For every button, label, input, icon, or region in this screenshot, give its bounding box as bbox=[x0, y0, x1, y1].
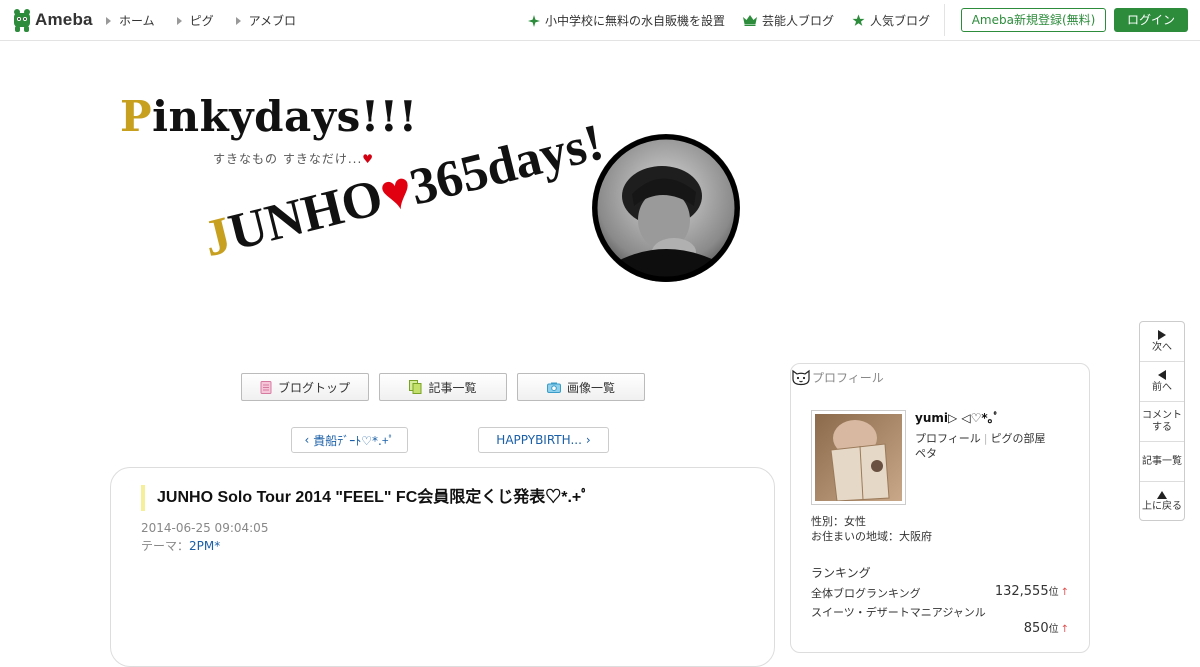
profile-links: プロフィール | ピグの部屋 bbox=[915, 430, 1046, 446]
profile-card: プロフィール yumi▷ ◁♡*｡ﾟ プロフィール | ピグの部屋 ペタ 性別：女性… bbox=[790, 363, 1090, 653]
blog-title-initial: P bbox=[120, 92, 153, 141]
link-celebrity-blogs[interactable]: 芸能人ブログ bbox=[743, 12, 834, 29]
rank-unit: 位 bbox=[1048, 587, 1059, 598]
play-up-icon bbox=[1157, 491, 1167, 499]
nav-home[interactable]: ホーム bbox=[106, 12, 155, 29]
register-button[interactable]: Ameba新規登録(無料) bbox=[961, 8, 1106, 32]
profile-link[interactable]: プロフィール bbox=[915, 432, 981, 445]
rank-genre-label[interactable]: スイーツ・デザートマニアジャンル bbox=[811, 606, 986, 619]
ameba-logo[interactable]: Ameba bbox=[12, 7, 93, 33]
cat-face-icon bbox=[792, 369, 810, 386]
side-next-label: 次へ bbox=[1152, 341, 1172, 353]
profile-avatar-image bbox=[815, 414, 902, 502]
login-button[interactable]: ログイン bbox=[1114, 8, 1188, 32]
sparkle-icon bbox=[528, 14, 540, 27]
rank-row-genre: スイーツ・デザートマニアジャンル 850位 ↑ bbox=[811, 604, 1069, 636]
blog-subtitle-text: すきなもの すきなだけ... bbox=[213, 152, 363, 166]
profile-gender: 性別：女性 bbox=[811, 515, 866, 528]
link-celebrity-blogs-label: 芸能人ブログ bbox=[762, 14, 835, 28]
profile-region: お住まいの地域：大阪府 bbox=[811, 530, 932, 543]
global-header: Ameba ホーム ピグ アメブロ 小中学校に無料の水自販機を設置 芸能人ブログ… bbox=[0, 0, 1200, 41]
profile-avatar[interactable] bbox=[811, 410, 906, 505]
play-right-icon bbox=[1158, 329, 1166, 340]
nav-pigg-label: ピグ bbox=[189, 14, 214, 28]
global-nav: ホーム ピグ アメブロ bbox=[106, 12, 296, 29]
ameba-mascot-icon bbox=[14, 9, 30, 32]
camera-icon bbox=[546, 382, 561, 393]
chevron-right-icon: › bbox=[585, 433, 591, 447]
article-date: 2014-06-25 09:04:05 bbox=[141, 521, 269, 535]
side-comment-button[interactable]: コメント する bbox=[1140, 402, 1184, 442]
image-list-label: 画像一覧 bbox=[566, 380, 615, 395]
prev-article-label: 貴船ﾃﾞｰﾄ♡*.+ﾟ bbox=[313, 433, 395, 448]
rank-overall-label[interactable]: 全体ブログランキング bbox=[811, 587, 921, 600]
header-divider bbox=[944, 4, 945, 36]
side-prev-label: 前へ bbox=[1152, 381, 1172, 393]
side-navigation: 次へ 前へ コメント する 記事一覧 上に戻る bbox=[1139, 321, 1185, 521]
triangle-right-icon bbox=[176, 16, 182, 25]
rank-row-overall: 全体ブログランキング 132,555位 ↑ bbox=[811, 583, 1069, 601]
peta-link[interactable]: ペタ bbox=[915, 445, 937, 461]
profile-name[interactable]: yumi▷ ◁♡*｡ﾟ bbox=[915, 409, 1000, 426]
link-separator: | bbox=[983, 432, 988, 445]
document-icon bbox=[260, 380, 272, 394]
side-comment-label-2: する bbox=[1152, 421, 1172, 433]
link-water-campaign[interactable]: 小中学校に無料の水自販機を設置 bbox=[528, 12, 725, 29]
article-theme-link[interactable]: 2PM* bbox=[189, 539, 220, 553]
image-list-button[interactable]: 画像一覧 bbox=[517, 373, 645, 401]
nav-pigg[interactable]: ピグ bbox=[176, 12, 214, 29]
blog-top-label: ブログトップ bbox=[277, 380, 350, 395]
nav-ameblo[interactable]: アメブロ bbox=[235, 12, 297, 29]
nav-home-label: ホーム bbox=[119, 14, 155, 28]
article-card: JUNHO Solo Tour 2014 "FEEL" FC会員限定くじ発表♡*… bbox=[110, 467, 775, 667]
documents-icon bbox=[409, 380, 422, 394]
link-popular-blogs-label: 人気ブログ bbox=[870, 14, 931, 28]
triangle-right-icon bbox=[235, 16, 241, 25]
profile-heading-text: プロフィール bbox=[812, 370, 884, 385]
header-photo bbox=[592, 134, 740, 282]
rank-genre-number: 850 bbox=[1023, 621, 1049, 636]
article-title[interactable]: JUNHO Solo Tour 2014 "FEEL" FC会員限定くじ発表♡*… bbox=[141, 485, 589, 511]
profile-heading: プロフィール bbox=[791, 368, 884, 386]
header-photo-image bbox=[592, 134, 740, 282]
article-list-label: 記事一覧 bbox=[428, 380, 477, 395]
profile-info: 性別：女性 お住まいの地域：大阪府 bbox=[811, 514, 932, 544]
side-back-to-top-label: 上に戻る bbox=[1142, 501, 1182, 512]
header-links: 小中学校に無料の水自販機を設置 芸能人ブログ 人気ブログ bbox=[528, 12, 930, 29]
side-article-list-label: 記事一覧 bbox=[1142, 455, 1182, 467]
ranking-heading: ランキング bbox=[811, 566, 871, 580]
article-theme-label: テーマ： bbox=[141, 539, 190, 553]
arrow-up-icon: ↑ bbox=[1060, 587, 1069, 598]
triangle-right-icon bbox=[106, 16, 111, 25]
blog-title-rest: inkydays!!! bbox=[152, 92, 418, 141]
prev-article-button[interactable]: ‹ 貴船ﾃﾞｰﾄ♡*.+ﾟ bbox=[291, 427, 408, 453]
star-icon bbox=[852, 14, 865, 26]
article-theme: テーマ：2PM* bbox=[141, 537, 220, 554]
side-comment-label-1: コメント bbox=[1142, 409, 1182, 421]
next-article-button[interactable]: HAPPYBIRTH... › bbox=[478, 427, 609, 453]
blog-top-button[interactable]: ブログトップ bbox=[241, 373, 369, 401]
side-article-list-button[interactable]: 記事一覧 bbox=[1140, 442, 1184, 482]
rank-overall-value: 132,555位 ↑ bbox=[995, 583, 1069, 599]
banner-days: 365days! bbox=[404, 113, 609, 217]
blog-subtitle: すきなもの すきなだけ...♥ bbox=[213, 150, 374, 167]
heart-icon: ♥ bbox=[362, 152, 375, 166]
play-left-icon bbox=[1158, 369, 1166, 380]
article-list-button[interactable]: 記事一覧 bbox=[379, 373, 507, 401]
rank-overall-number: 132,555 bbox=[994, 584, 1049, 599]
next-article-label: HAPPYBIRTH... bbox=[496, 433, 582, 447]
chevron-left-icon: ‹ bbox=[304, 433, 310, 447]
blog-title[interactable]: Pinkydays!!! bbox=[120, 92, 418, 141]
side-prev-button[interactable]: 前へ bbox=[1140, 362, 1184, 402]
side-back-to-top-button[interactable]: 上に戻る bbox=[1140, 482, 1184, 522]
link-water-campaign-label: 小中学校に無料の水自販機を設置 bbox=[545, 14, 726, 28]
banner-name: UNHO bbox=[223, 168, 389, 262]
nav-ameblo-label: アメブロ bbox=[248, 14, 297, 28]
rank-genre-value: 850位 ↑ bbox=[1024, 620, 1069, 636]
logo-text: Ameba bbox=[35, 10, 93, 29]
crown-icon bbox=[743, 15, 758, 26]
pigg-room-link[interactable]: ピグの部屋 bbox=[991, 432, 1046, 445]
link-popular-blogs[interactable]: 人気ブログ bbox=[852, 12, 930, 29]
side-next-button[interactable]: 次へ bbox=[1140, 322, 1184, 362]
